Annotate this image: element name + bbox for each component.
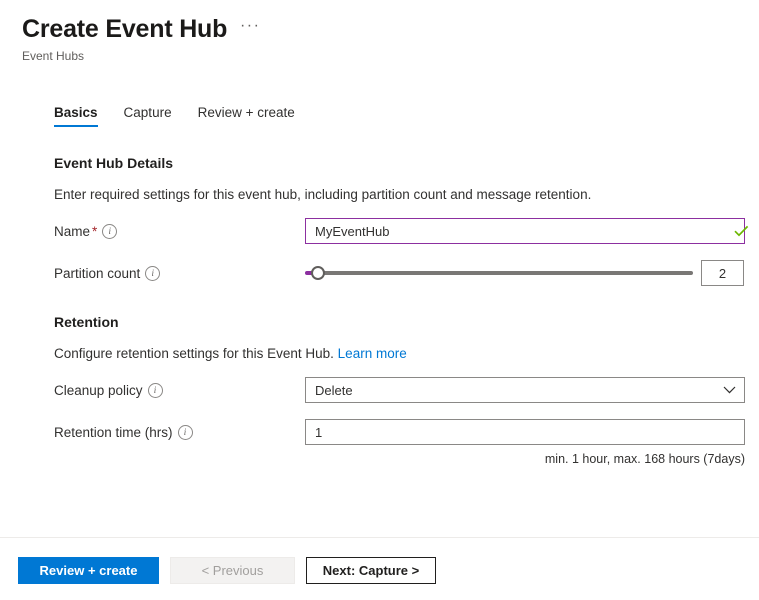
label-retention-time-text: Retention time (hrs) (54, 425, 173, 440)
tab-review-create[interactable]: Review + create (198, 105, 295, 127)
footer-actions: Review + create < Previous Next: Capture… (18, 557, 436, 584)
section-title-event-hub-details: Event Hub Details (54, 155, 759, 171)
info-icon-partition-count[interactable]: i (145, 266, 160, 281)
section-description-event-hub-details: Enter required settings for this event h… (54, 187, 759, 202)
control-retention-time (305, 419, 759, 445)
form-content: Event Hub Details Enter required setting… (0, 155, 759, 466)
retention-description-text: Configure retention settings for this Ev… (54, 346, 334, 361)
control-partition-count (305, 260, 759, 286)
partition-count-value-input[interactable] (701, 260, 744, 286)
name-input[interactable] (305, 218, 745, 244)
previous-button: < Previous (170, 557, 295, 584)
cleanup-policy-select[interactable]: Delete (305, 377, 745, 403)
title-row: Create Event Hub ··· (22, 14, 759, 44)
required-asterisk: * (92, 224, 97, 239)
page-title: Create Event Hub (22, 14, 227, 44)
tab-capture[interactable]: Capture (124, 105, 172, 127)
learn-more-link[interactable]: Learn more (338, 346, 407, 361)
info-icon-retention-time[interactable]: i (178, 425, 193, 440)
field-row-partition-count: Partition count i (54, 260, 759, 286)
section-description-retention: Configure retention settings for this Ev… (54, 346, 759, 361)
label-partition-count: Partition count i (54, 266, 305, 281)
retention-time-input[interactable] (305, 419, 745, 445)
info-icon-name[interactable]: i (102, 224, 117, 239)
label-name: Name* i (54, 224, 305, 239)
control-cleanup-policy: Delete (305, 377, 759, 403)
label-name-text: Name (54, 224, 90, 239)
more-options-icon[interactable]: ··· (239, 19, 261, 43)
next-capture-button[interactable]: Next: Capture > (306, 557, 436, 584)
page-subtitle: Event Hubs (22, 49, 759, 63)
slider-track (313, 271, 693, 275)
slider-thumb[interactable] (311, 266, 325, 280)
cleanup-policy-select-wrap: Delete (305, 377, 745, 403)
tab-bar: Basics Capture Review + create (0, 105, 759, 127)
page-header: Create Event Hub ··· Event Hubs (0, 0, 759, 63)
partition-count-slider[interactable] (305, 263, 693, 283)
footer-divider (0, 537, 759, 538)
control-name (305, 218, 759, 244)
section-title-retention: Retention (54, 314, 759, 330)
field-row-name: Name* i (54, 218, 759, 244)
field-row-retention-time: Retention time (hrs) i (54, 419, 759, 445)
review-create-button[interactable]: Review + create (18, 557, 159, 584)
retention-time-helper-text: min. 1 hour, max. 168 hours (7days) (305, 452, 745, 466)
tab-basics[interactable]: Basics (54, 105, 98, 127)
info-icon-cleanup-policy[interactable]: i (148, 383, 163, 398)
label-cleanup-policy: Cleanup policy i (54, 383, 305, 398)
label-cleanup-policy-text: Cleanup policy (54, 383, 143, 398)
label-partition-count-text: Partition count (54, 266, 140, 281)
field-row-cleanup-policy: Cleanup policy i Delete (54, 377, 759, 403)
label-retention-time: Retention time (hrs) i (54, 425, 305, 440)
